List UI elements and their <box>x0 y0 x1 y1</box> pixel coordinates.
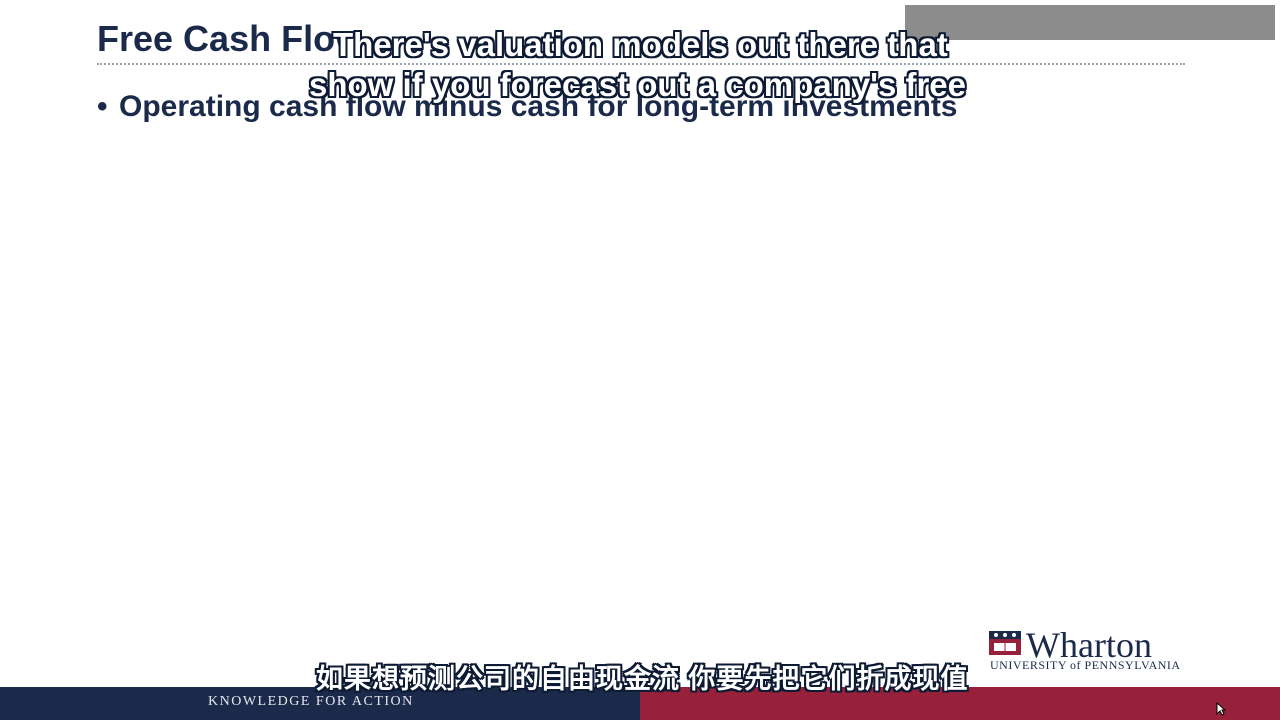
wharton-logo: Wharton UNIVERSITY of PENNSYLVANIA <box>988 625 1193 673</box>
overlay-gray-box <box>905 5 1275 40</box>
slide-title: Free Cash Flow <box>97 18 342 59</box>
subtitle-english-line-2: show if you forecast out a company's fre… <box>309 66 967 103</box>
lecture-slide: Free Cash Flow • Operating cash flow minu… <box>0 0 1280 720</box>
logo-subtitle: UNIVERSITY of PENNSYLVANIA <box>990 658 1181 672</box>
bullet-dot-icon: • <box>97 90 108 123</box>
footer-tagline: KNOWLEDGE FOR ACTION <box>208 694 414 709</box>
subtitle-english-line-1: There's valuation models out there that <box>333 26 948 63</box>
penn-shield-icon <box>989 631 1021 655</box>
mouse-pointer-icon <box>1216 702 1226 716</box>
subtitle-chinese: 如果想预测公司的自由现金流 你要先把它们折成现值 <box>316 664 969 694</box>
